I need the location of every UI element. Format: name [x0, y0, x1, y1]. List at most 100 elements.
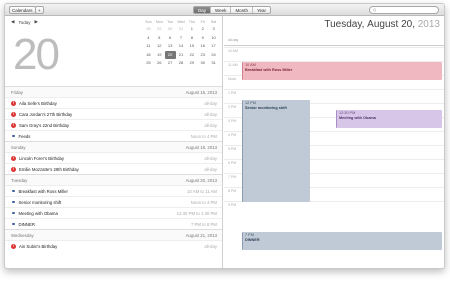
mini-calendar-day[interactable]: 11	[143, 42, 154, 51]
mini-calendar-day[interactable]: 10	[208, 34, 219, 43]
mini-calendar-day[interactable]: 2	[197, 25, 208, 34]
event-name: Sam Gray's 22nd Birthday	[19, 122, 70, 128]
mini-calendar-day[interactable]: 18	[143, 51, 154, 60]
mini-calendar-day[interactable]: 29	[154, 25, 165, 34]
day-view: Tuesday, August 20, 2013 all-day 10 AM 11…	[224, 16, 444, 268]
mini-calendar-day[interactable]: 26	[154, 59, 165, 68]
toolbar: Calendars + Day Week Month Year Q	[5, 4, 444, 16]
event-name: Ain Subin's Birthday	[19, 243, 58, 249]
mini-calendar-day[interactable]: 31	[208, 59, 219, 68]
mini-calendar-day[interactable]: 4	[143, 34, 154, 43]
list-item[interactable]: Meeting with Obama 12:30 PM to 1:30 PM	[5, 207, 222, 218]
mini-calendar-day[interactable]: 13	[165, 42, 176, 51]
view-switcher: Day Week Month Year	[193, 6, 272, 14]
tab-day[interactable]: Day	[194, 7, 212, 13]
event-name: Senior monitoring shift	[245, 105, 287, 110]
mini-calendar-day[interactable]: 5	[154, 34, 165, 43]
hour-row[interactable]: 9 PM	[224, 201, 444, 215]
mini-calendar-day[interactable]: 29	[186, 59, 197, 68]
event-time: Noon to 4 PM	[190, 199, 217, 205]
list-item[interactable]: Senior monitoring shift Noon to 4 PM	[5, 196, 222, 207]
mini-calendar-day[interactable]: 28	[143, 25, 154, 34]
birthday-icon: !	[11, 100, 16, 106]
today-button[interactable]: Today	[18, 20, 30, 25]
hour-row[interactable]: 10 AM	[224, 47, 444, 61]
calendar-dot-icon	[12, 222, 15, 226]
list-item[interactable]: Breakfast with Ross Miller 10 AM to 11 AM	[5, 185, 222, 196]
mini-calendar-day[interactable]: 17	[208, 42, 219, 51]
section-day: Wednesday	[11, 232, 34, 238]
birthday-icon: !	[11, 155, 16, 161]
list-item[interactable]: DINNER 7 PM to 8 PM	[5, 218, 222, 229]
list-section-header: Wednesday August 21, 2013	[5, 229, 222, 240]
mini-calendar-day[interactable]: 12	[154, 42, 165, 51]
calendar-dot-icon	[12, 134, 15, 138]
list-item[interactable]: ! Emilie Mozzatte's 29th Birthday all-day	[5, 163, 222, 174]
mini-calendar-day[interactable]: 30	[197, 59, 208, 68]
mini-calendar: Sun Mon Tue Wed Thu Fri Sat 28 29 30 31 1 2 3 4 5 6 7 8 9 1…	[143, 20, 219, 68]
section-date: August 16, 2013	[185, 89, 217, 95]
list-section-header: Sunday August 18, 2013	[5, 141, 222, 152]
mini-calendar-day[interactable]: 8	[186, 34, 197, 43]
mini-calendar-day[interactable]: 1	[186, 25, 197, 34]
prev-arrow-icon[interactable]: ◀	[11, 19, 14, 25]
birthday-icon: !	[11, 111, 16, 117]
senior-shift-event[interactable]: 12 PM Senior monitoring shift	[242, 100, 310, 202]
section-day: Sunday	[11, 144, 26, 150]
mini-calendar-day[interactable]: 20	[164, 50, 176, 59]
calendars-button[interactable]: Calendars	[9, 6, 36, 14]
mini-calendar-day[interactable]: 7	[176, 34, 187, 43]
date-nav: ◀ Today ▶	[11, 19, 38, 25]
big-day-number: 20	[13, 30, 60, 79]
birthday-icon: !	[11, 166, 16, 172]
event-time: 10 AM to 11 AM	[186, 188, 217, 194]
search-input[interactable]: Q	[369, 6, 439, 14]
mini-calendar-day[interactable]: 27	[165, 59, 176, 68]
list-item[interactable]: ! Aila Selle's Birthday all-day	[5, 97, 222, 108]
list-section-header: Tuesday August 20, 2013	[5, 174, 222, 185]
list-item[interactable]: ! Lincoln Forer's Birthday all-day	[5, 152, 222, 163]
mini-calendar-day[interactable]: 15	[186, 42, 197, 51]
event-list: Friday August 16, 2013! Aila Selle's Birth…	[5, 86, 222, 251]
tab-month[interactable]: Month	[231, 7, 253, 13]
event-time: 7 PM	[245, 233, 254, 237]
mini-calendar-day[interactable]: 21	[176, 51, 187, 60]
mini-calendar-day[interactable]: 6	[165, 34, 176, 43]
mini-calendar-day[interactable]: 23	[197, 51, 208, 60]
event-time: 10 AM	[245, 63, 256, 67]
left-pane: ◀ Today ▶ 20 Sun Mon Tue Wed Thu Fri Sat 28 29 3…	[5, 16, 223, 268]
event-name: Breakfast with Ross Miller	[18, 188, 68, 194]
event-time: 7 PM to 8 PM	[190, 221, 217, 227]
event-time: all-day	[204, 122, 217, 128]
mini-calendar-day[interactable]: 31	[176, 25, 187, 34]
next-arrow-icon[interactable]: ▶	[34, 19, 37, 25]
list-item[interactable]: ! Ain Subin's Birthday all-day	[5, 240, 222, 251]
section-date: August 20, 2013	[185, 177, 217, 183]
list-item[interactable]: Feeds Noon to 4 PM	[5, 130, 222, 141]
mini-calendar-day[interactable]: 3	[208, 25, 219, 34]
section-date: August 18, 2013	[185, 144, 217, 150]
mini-calendar-day[interactable]: 28	[176, 59, 187, 68]
add-button[interactable]: +	[35, 6, 44, 14]
event-time: all-day	[204, 100, 217, 106]
event-name: Feeds	[18, 133, 31, 139]
list-item[interactable]: ! Cara Jordan's 27th Birthday all-day	[5, 108, 222, 119]
event-time: 12 PM	[245, 101, 256, 105]
tab-year[interactable]: Year	[252, 7, 271, 13]
calendar-window: Calendars + Day Week Month Year Q ◀ Toda…	[4, 3, 445, 269]
mini-calendar-day[interactable]: 16	[197, 42, 208, 51]
breakfast-event[interactable]: 10 AM Breakfast with Ross Miller	[242, 62, 442, 80]
meeting-event[interactable]: 12:30 PM Meeting with Obama	[336, 110, 442, 128]
mini-calendar-day[interactable]: 30	[165, 25, 176, 34]
event-name: Emilie Mozzatte's 29th Birthday	[19, 166, 79, 172]
mini-calendar-day[interactable]: 25	[143, 59, 154, 68]
dinner-event[interactable]: 7 PM DINNER	[242, 232, 442, 250]
mini-calendar-day[interactable]: 14	[176, 42, 187, 51]
mini-calendar-day[interactable]: 22	[186, 51, 197, 60]
mini-calendar-day[interactable]: 19	[154, 51, 165, 60]
tab-week[interactable]: Week	[211, 7, 232, 13]
event-time: all-day	[204, 166, 217, 172]
mini-calendar-day[interactable]: 24	[208, 51, 219, 60]
mini-calendar-day[interactable]: 9	[197, 34, 208, 43]
list-item[interactable]: ! Sam Gray's 22nd Birthday all-day	[5, 119, 222, 130]
